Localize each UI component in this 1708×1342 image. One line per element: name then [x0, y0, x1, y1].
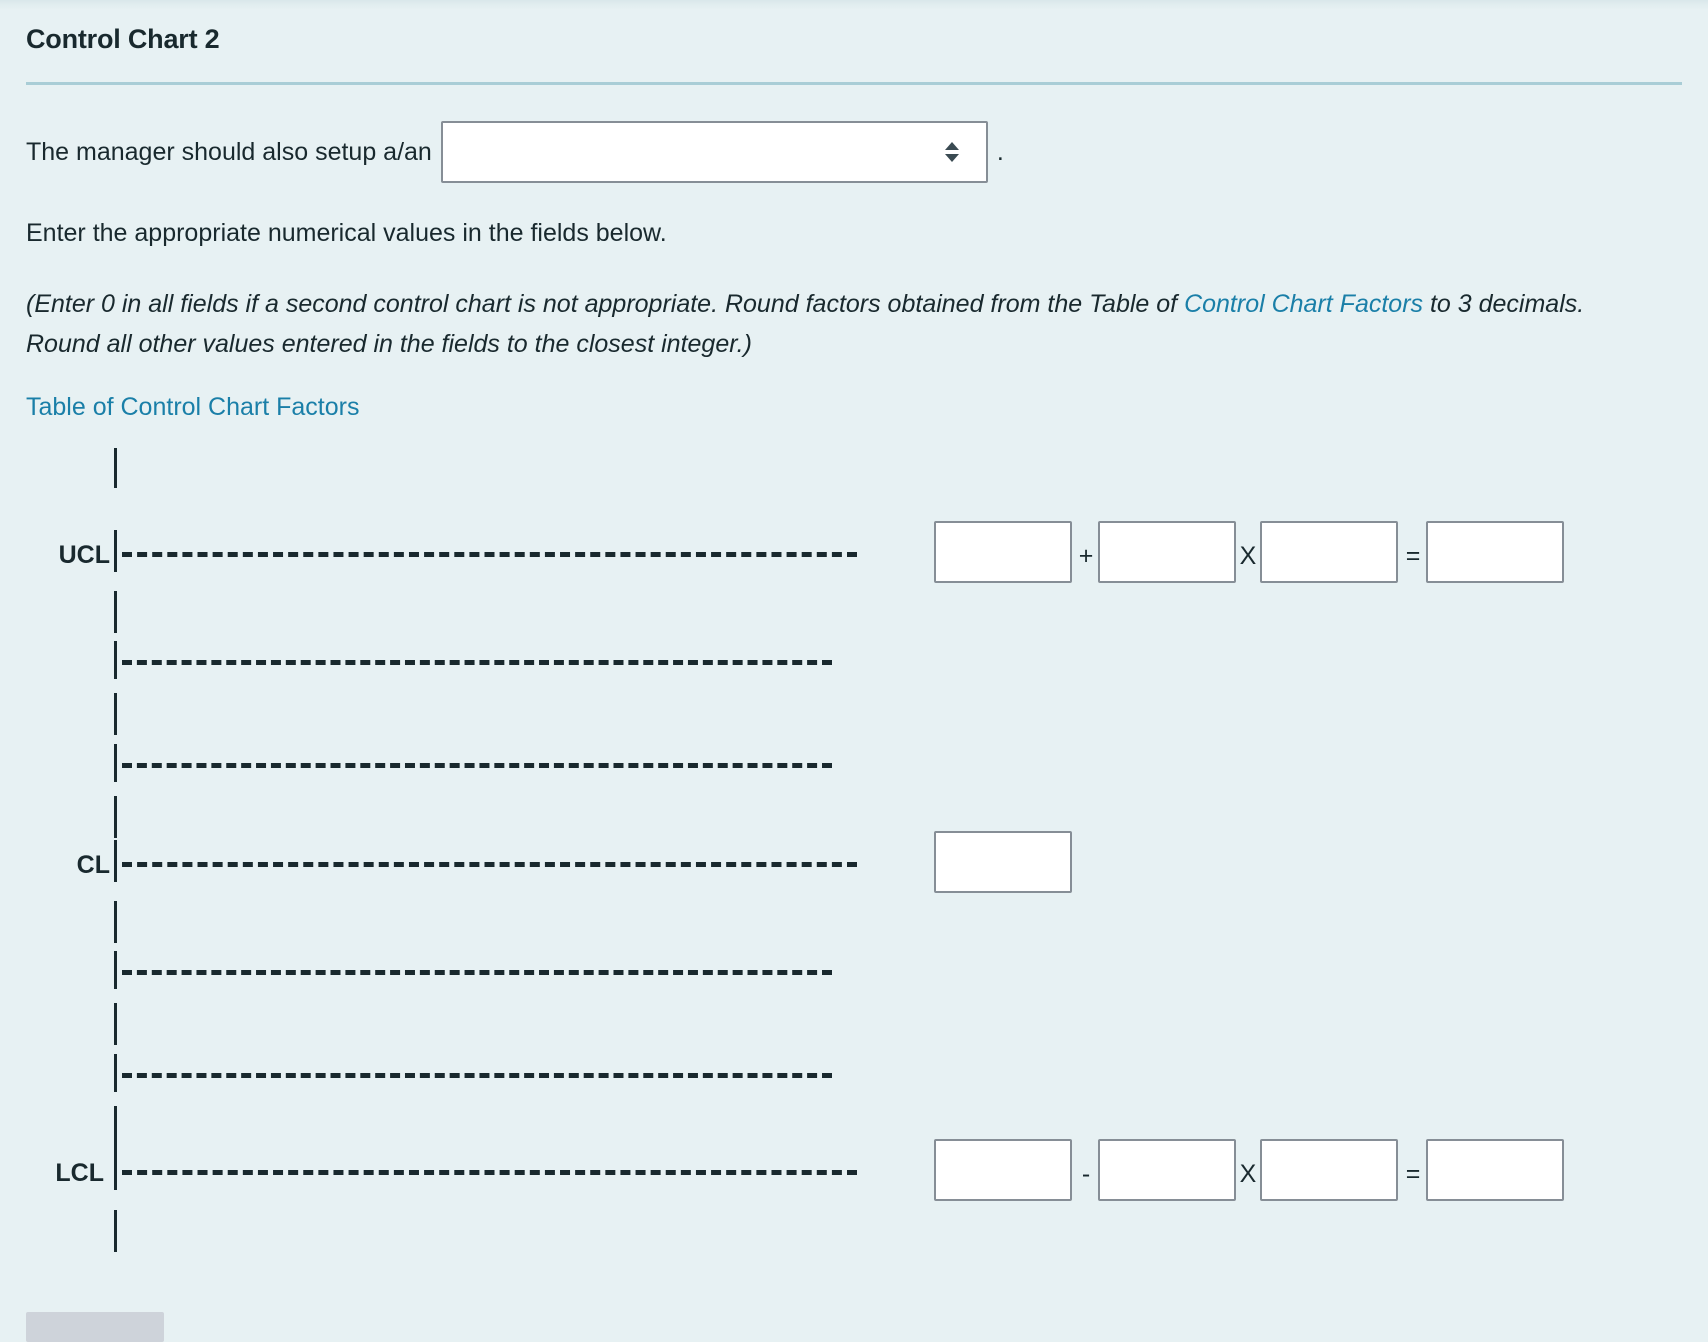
axis-tick-bottom	[114, 1209, 117, 1252]
axis-tick-1	[114, 590, 117, 633]
ucl-operator-times: X	[1239, 541, 1257, 570]
gridline-3	[122, 969, 832, 975]
ucl-field-result[interactable]	[1426, 520, 1564, 583]
axis-segment-lcl	[114, 1147, 117, 1190]
gridline-1	[122, 659, 832, 665]
table-of-factors-link-row: Table of Control Chart Factors	[26, 393, 1682, 422]
page-title: Control Chart 2	[26, 24, 220, 54]
lcl-field-2[interactable]	[1098, 1138, 1236, 1201]
chevron-down-icon	[944, 154, 959, 162]
axis-label-cl: CL	[76, 850, 110, 879]
axis-tick-2	[114, 692, 117, 735]
page-container: Control Chart 2 The manager should also …	[0, 0, 1708, 1252]
axis-tick-6	[114, 1105, 117, 1148]
control-chart-factors-inline-link[interactable]: Control Chart Factors	[1184, 290, 1423, 318]
chevron-up-icon	[944, 142, 959, 150]
axis-label-ucl: UCL	[58, 540, 110, 569]
cl-field-1[interactable]	[934, 830, 1072, 893]
axis-tick-4	[114, 900, 117, 943]
table-of-control-chart-factors-link[interactable]: Table of Control Chart Factors	[26, 393, 359, 421]
ucl-operator-equals: =	[1405, 541, 1421, 570]
axis-tick-3	[114, 795, 117, 838]
lcl-field-1[interactable]	[934, 1138, 1072, 1201]
gridline-2	[122, 762, 832, 768]
control-chart-diagram: UCL + X = CL LCL - X =	[26, 447, 1682, 1252]
axis-segment-ucl	[114, 529, 117, 572]
question-line: The manager should also setup a/an .	[26, 121, 1682, 183]
title-divider	[26, 82, 1682, 85]
gridline-cl	[122, 861, 857, 867]
question-suffix-text: .	[996, 137, 1004, 166]
updown-arrows-icon	[944, 139, 959, 165]
lcl-field-result[interactable]	[1426, 1138, 1564, 1201]
instruction-note-part1: (Enter 0 in all fields if a second contr…	[26, 289, 1185, 318]
axis-segment-3	[114, 950, 117, 989]
instruction-note: (Enter 0 in all fields if a second contr…	[26, 284, 1626, 365]
gridline-ucl	[122, 551, 857, 557]
axis-label-lcl: LCL	[55, 1158, 104, 1187]
lcl-field-3[interactable]	[1260, 1138, 1398, 1201]
ucl-operator-plus: +	[1078, 541, 1094, 570]
ucl-field-2[interactable]	[1098, 520, 1236, 583]
question-prefix-text: The manager should also setup a/an	[26, 137, 432, 166]
axis-segment-cl	[114, 839, 117, 882]
axis-segment-2	[114, 743, 117, 782]
ucl-field-3[interactable]	[1260, 520, 1398, 583]
gridline-4	[122, 1072, 832, 1078]
chart-type-select[interactable]	[440, 121, 988, 183]
axis-tick-5	[114, 1002, 117, 1045]
axis-segment-1	[114, 640, 117, 679]
lcl-operator-times: X	[1239, 1159, 1257, 1188]
lcl-operator-equals: =	[1405, 1159, 1421, 1188]
gridline-lcl	[122, 1169, 857, 1175]
ucl-field-1[interactable]	[934, 520, 1072, 583]
axis-tick-top	[114, 447, 117, 488]
submit-button[interactable]	[26, 1312, 164, 1342]
lcl-operator-minus: -	[1081, 1159, 1091, 1188]
axis-segment-4	[114, 1053, 117, 1092]
instruction-line: Enter the appropriate numerical values i…	[26, 219, 667, 247]
